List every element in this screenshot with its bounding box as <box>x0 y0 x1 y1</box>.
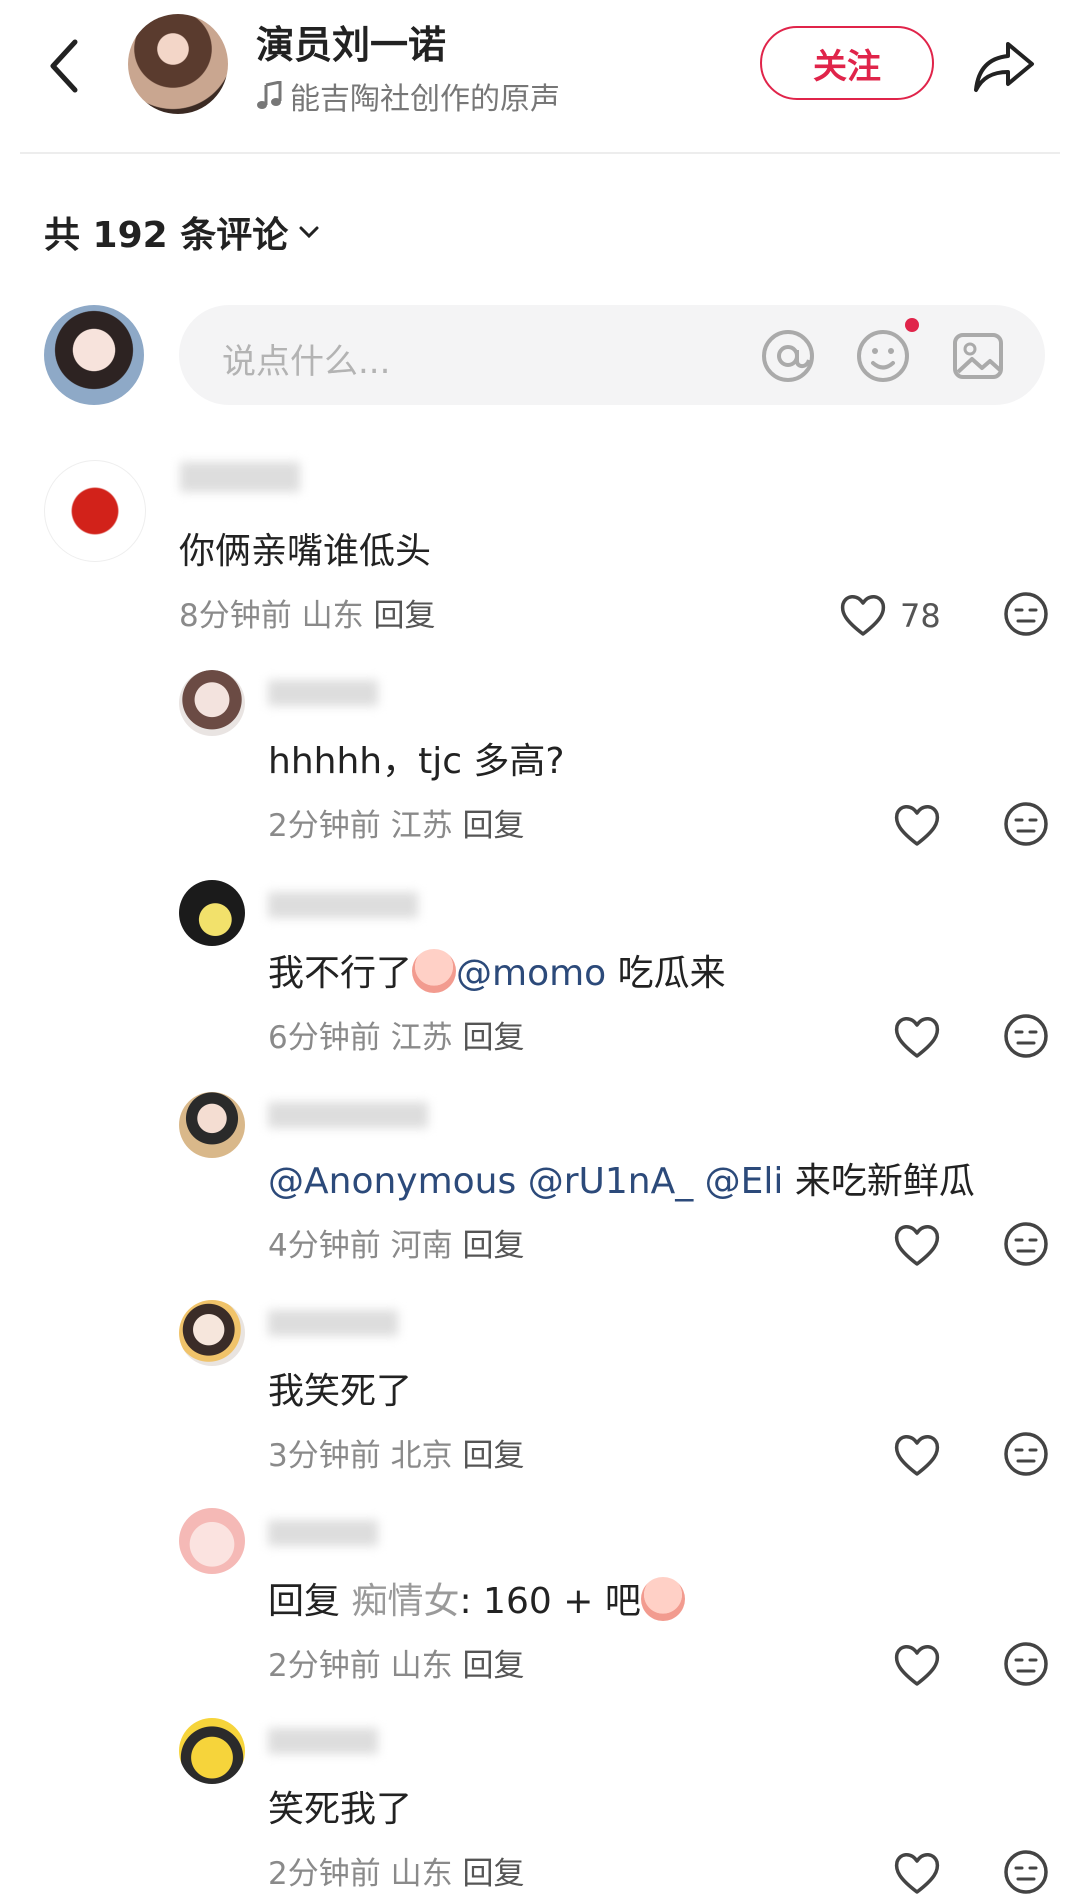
reply-text: @Anonymous @rU1nA_ @Eli 来吃新鲜瓜 <box>268 1152 975 1204</box>
reply-username[interactable] <box>268 1102 428 1128</box>
comment-text: 你俩亲嘴谁低头 <box>179 531 432 572</box>
reply-meta: 3分钟前 北京 回复 <box>268 1430 524 1475</box>
current-user-avatar <box>44 305 144 405</box>
like-heart-icon[interactable] <box>892 800 942 850</box>
reply-location: 江苏 <box>390 1020 453 1056</box>
mention-link[interactable]: @Eli <box>705 1161 784 1202</box>
like-heart-icon[interactable] <box>838 590 888 640</box>
reply-link[interactable]: 回复 <box>373 598 435 634</box>
crying-emoji-icon <box>412 949 457 993</box>
image-icon[interactable] <box>950 328 1006 384</box>
reply-text: 笑死我了 <box>268 1789 413 1830</box>
like-heart-icon[interactable] <box>892 1012 942 1062</box>
reply-text: 我笑死了 <box>268 1371 413 1412</box>
author-name[interactable]: 演员刘一诺 <box>256 14 446 69</box>
reply-text-part: 我不行了 <box>268 953 413 994</box>
back-chevron-icon[interactable] <box>45 36 85 96</box>
reply-text: hhhhh，tjc 多高? <box>268 741 565 782</box>
reply-text: 回复 痴情女: 160 + 吧 <box>268 1572 685 1624</box>
reply-target-user[interactable]: 痴情女 <box>351 1581 459 1622</box>
like-heart-icon[interactable] <box>892 1430 942 1480</box>
reply-time: 6分钟前 <box>268 1020 381 1056</box>
reply-text-part: : 160 + 吧 <box>459 1581 641 1622</box>
reply-text: 我不行了 @momo 吃瓜来 <box>268 944 726 996</box>
reply-location: 江苏 <box>390 808 453 844</box>
like-heart-icon[interactable] <box>892 1848 942 1898</box>
reply-avatar[interactable] <box>179 1718 245 1784</box>
comment-username[interactable] <box>180 462 300 492</box>
reply-link[interactable]: 回复 <box>462 1438 524 1474</box>
reply-username[interactable] <box>268 892 418 918</box>
reply-username[interactable] <box>268 680 378 706</box>
reply-username[interactable] <box>268 1310 398 1336</box>
header-divider <box>20 152 1060 154</box>
reply-time: 4分钟前 <box>268 1228 381 1264</box>
reply-meta: 2分钟前 山东 回复 <box>268 1640 524 1685</box>
reply-text-part: 来吃新鲜瓜 <box>783 1161 975 1202</box>
comment-count-sort[interactable]: 共 192 条评论 <box>44 206 320 258</box>
reply-time: 2分钟前 <box>268 1648 381 1684</box>
reply-avatar[interactable] <box>179 880 245 946</box>
reply-avatar[interactable] <box>179 1092 245 1158</box>
notification-dot <box>905 318 919 332</box>
reply-location: 北京 <box>390 1438 453 1474</box>
reply-username[interactable] <box>268 1728 378 1754</box>
crying-emoji-icon <box>640 1577 685 1621</box>
mention-link[interactable]: @momo <box>456 953 606 994</box>
reply-location: 山东 <box>390 1648 453 1684</box>
reply-meta: 4分钟前 河南 回复 <box>268 1220 524 1265</box>
music-note-icon <box>257 81 282 109</box>
chevron-down-icon <box>299 226 319 239</box>
dislike-face-icon[interactable] <box>1002 1640 1050 1688</box>
reply-meta: 2分钟前 山东 回复 <box>268 1848 524 1893</box>
reply-location: 山东 <box>390 1856 453 1892</box>
dislike-face-icon[interactable] <box>1002 1848 1050 1896</box>
reply-text-part: 吃瓜来 <box>606 953 726 994</box>
reply-link[interactable]: 回复 <box>462 1856 524 1892</box>
dislike-face-icon[interactable] <box>1002 1220 1050 1268</box>
comment-input-placeholder: 说点什么... <box>222 342 391 382</box>
reply-link[interactable]: 回复 <box>462 1648 524 1684</box>
reply-time: 2分钟前 <box>268 1856 381 1892</box>
at-mention-icon[interactable] <box>760 328 816 384</box>
comment-avatar[interactable] <box>44 460 146 562</box>
mention-link[interactable]: @rU1nA_ <box>528 1161 694 1202</box>
like-heart-icon[interactable] <box>892 1220 942 1270</box>
reply-location: 河南 <box>390 1228 453 1264</box>
comment-meta: 8分钟前 山东 回复 <box>179 590 435 635</box>
reply-avatar[interactable] <box>179 1300 245 1366</box>
dislike-face-icon[interactable] <box>1002 800 1050 848</box>
reply-time: 2分钟前 <box>268 808 381 844</box>
share-icon[interactable] <box>972 34 1036 98</box>
reply-meta: 6分钟前 江苏 回复 <box>268 1012 524 1057</box>
reply-avatar[interactable] <box>179 670 245 736</box>
dislike-face-icon[interactable] <box>1002 1012 1050 1060</box>
comment-count: 共 192 条评论 <box>44 215 289 256</box>
reply-time: 3分钟前 <box>268 1438 381 1474</box>
reply-link[interactable]: 回复 <box>462 1020 524 1056</box>
dislike-face-icon[interactable] <box>1002 590 1050 638</box>
author-avatar[interactable] <box>128 14 228 114</box>
reply-link[interactable]: 回复 <box>462 1228 524 1264</box>
mention-link[interactable]: @Anonymous <box>268 1161 516 1202</box>
emoji-icon[interactable] <box>855 328 911 384</box>
comment-time: 8分钟前 <box>179 598 292 634</box>
follow-button[interactable]: 关注 <box>760 26 934 100</box>
comment-location: 山东 <box>301 598 364 634</box>
music-title: 能吉陶社创作的原声 <box>290 82 560 117</box>
dislike-face-icon[interactable] <box>1002 1430 1050 1478</box>
reply-prefix: 回复 <box>268 1581 341 1622</box>
reply-username[interactable] <box>268 1520 378 1546</box>
reply-avatar[interactable] <box>179 1508 245 1574</box>
like-heart-icon[interactable] <box>892 1640 942 1690</box>
music-row[interactable]: 能吉陶社创作的原声 <box>256 74 560 118</box>
reply-link[interactable]: 回复 <box>462 808 524 844</box>
reply-meta: 2分钟前 江苏 回复 <box>268 800 524 845</box>
like-count: 78 <box>900 597 941 635</box>
